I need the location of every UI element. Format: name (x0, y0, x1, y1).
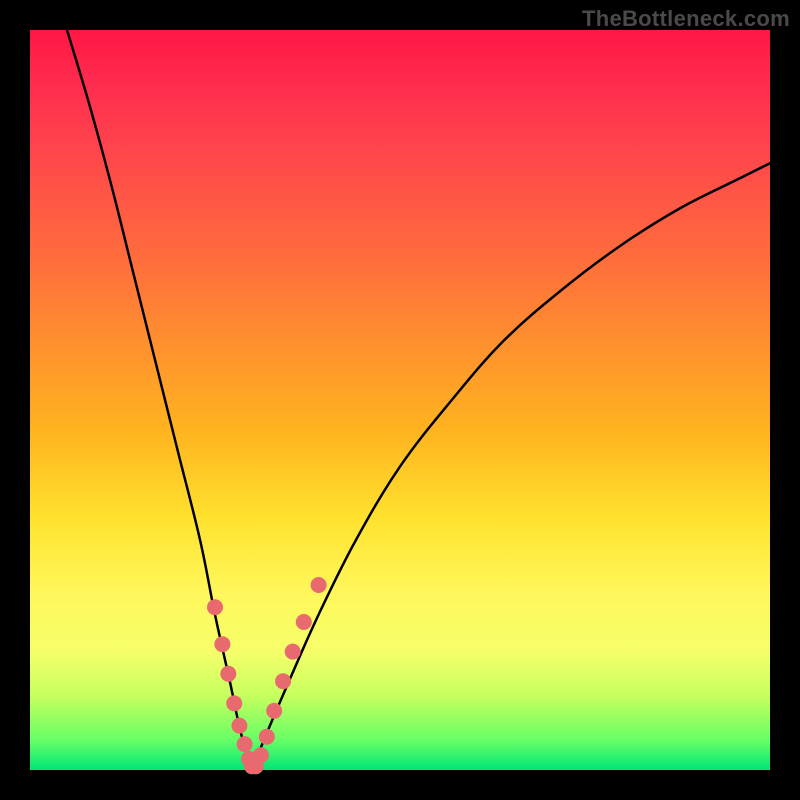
data-marker (214, 636, 230, 652)
data-marker (237, 736, 253, 752)
chart-svg (30, 30, 770, 770)
curve-left-branch (67, 30, 252, 770)
watermark-text: TheBottleneck.com (582, 6, 790, 32)
data-marker (266, 703, 282, 719)
data-marker (311, 577, 327, 593)
data-marker (207, 599, 223, 615)
data-markers (207, 577, 327, 774)
data-marker (231, 718, 247, 734)
curve-right-branch (252, 163, 770, 770)
data-marker (259, 729, 275, 745)
data-marker (296, 614, 312, 630)
data-marker (253, 747, 269, 763)
plot-area (30, 30, 770, 770)
data-marker (285, 644, 301, 660)
data-marker (226, 695, 242, 711)
data-marker (275, 673, 291, 689)
chart-frame: TheBottleneck.com (0, 0, 800, 800)
data-marker (220, 666, 236, 682)
